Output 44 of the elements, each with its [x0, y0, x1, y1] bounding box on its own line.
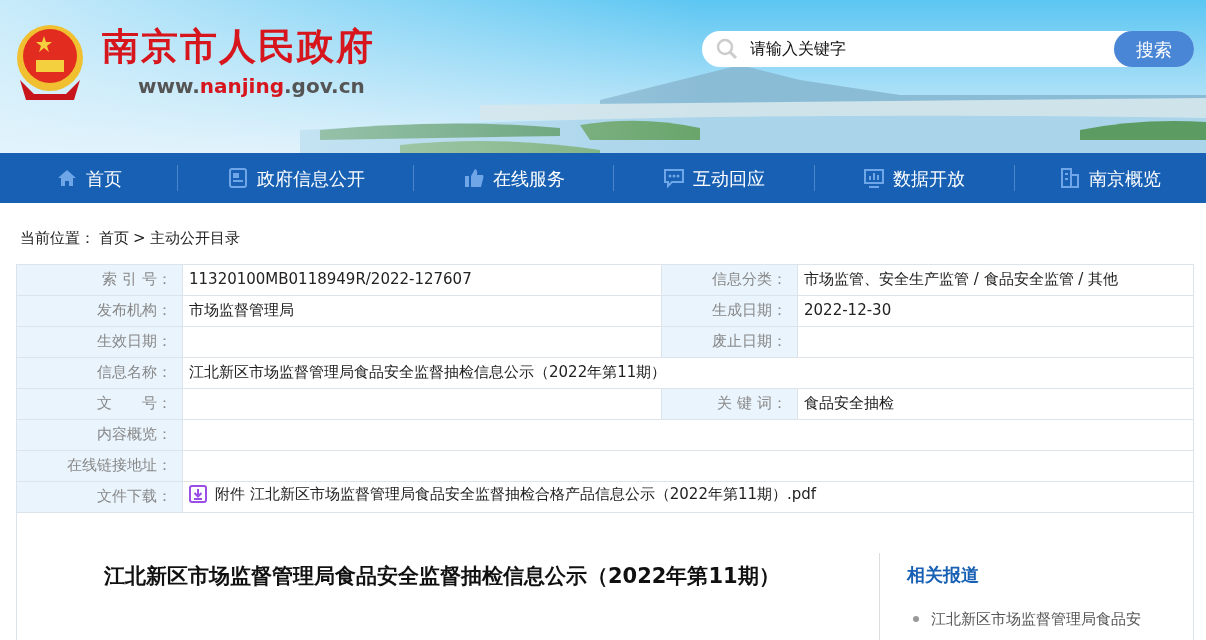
field-value: 食品安全抽检: [797, 388, 1194, 419]
website-url: www.nanjing.gov.cn: [138, 76, 365, 96]
breadcrumb-label: 当前位置：: [20, 228, 95, 249]
field-label: 索 引 号：: [16, 264, 183, 295]
field-value: 11320100MB0118949R/2022-127607: [182, 264, 662, 295]
search-button[interactable]: 搜索: [1114, 31, 1194, 67]
field-value: 2022-12-30: [797, 295, 1194, 326]
breadcrumb-separator: >: [133, 228, 146, 249]
field-value: 江北新区市场监督管理局食品安全监督抽检信息公示（2022年第11期）: [182, 357, 1194, 388]
field-value: 市场监管、安全生产监管 / 食品安全监管 / 其他: [797, 264, 1194, 295]
thumbs-up-icon: [462, 167, 485, 189]
field-label: 废止日期：: [661, 326, 798, 357]
field-label: 内容概览：: [16, 419, 183, 450]
chat-icon: [663, 167, 686, 189]
search-icon: [716, 38, 738, 60]
sidebar-heading: 相关报道: [907, 562, 980, 587]
field-label: 文件下载：: [16, 481, 183, 512]
building-icon: [1059, 167, 1082, 189]
emblem-icon: [14, 24, 86, 100]
site-title: 南京市人民政府: [102, 28, 375, 65]
nav-link[interactable]: 政府信息公开: [226, 153, 365, 203]
article-title: 江北新区市场监督管理局食品安全监督抽检信息公示（2022年第11期）: [104, 562, 781, 590]
field-label: 信息分类：: [661, 264, 798, 295]
field-label: 在线链接地址：: [16, 450, 183, 481]
nav-link[interactable]: 南京概览: [1059, 153, 1162, 203]
breadcrumb-link[interactable]: 首页: [99, 227, 129, 250]
search-field[interactable]: 请输入关键字 搜索: [702, 31, 1194, 67]
field-label: 关 键 词：: [661, 388, 798, 419]
breadcrumb-link[interactable]: 主动公开目录: [149, 227, 240, 250]
field-label: 发布机构：: [16, 295, 183, 326]
document-icon: [226, 167, 249, 189]
related-link[interactable]: 江北新区市场监督管理局食品安: [931, 607, 1141, 630]
nav-link[interactable]: 在线服务: [462, 153, 565, 203]
field-label: 生成日期：: [661, 295, 798, 326]
nav-link[interactable]: 互动回应: [663, 153, 766, 203]
nav-link[interactable]: 数据开放: [863, 153, 966, 203]
field-label: 生效日期：: [16, 326, 183, 357]
bullet-icon: [913, 615, 919, 622]
download-icon: [189, 485, 207, 504]
field-label: 文 号：: [16, 388, 183, 419]
monitor-chart-icon: [863, 167, 886, 189]
field-value: 市场监督管理局: [182, 295, 662, 326]
nav-link[interactable]: 首页: [55, 153, 122, 203]
field-label: 信息名称：: [16, 357, 183, 388]
